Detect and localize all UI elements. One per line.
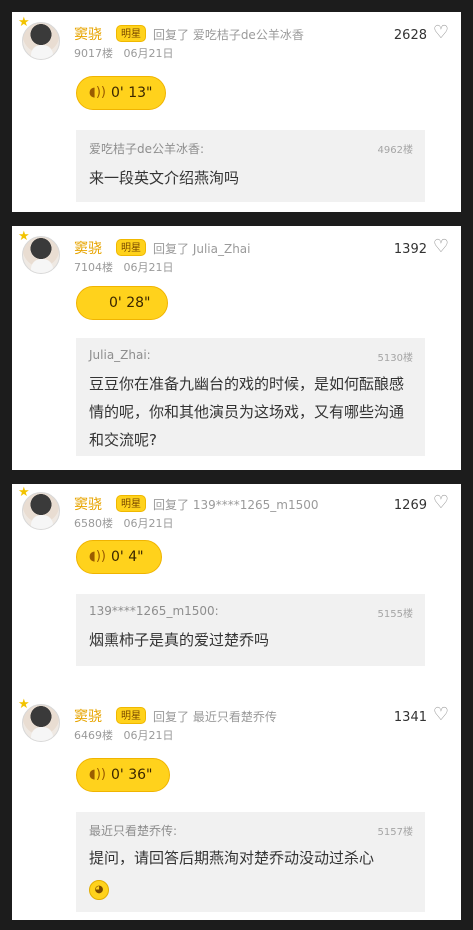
like-count: 2628 <box>393 28 427 43</box>
star-badge: 明星 <box>116 239 146 256</box>
floor-meta: 6580楼 06月21日 <box>74 515 174 531</box>
post-date: 06月21日 <box>123 47 174 60</box>
avatar-wrap[interactable]: ★ <box>18 698 62 746</box>
crown-icon: ★ <box>18 697 30 712</box>
star-badge: 明星 <box>116 25 146 42</box>
screenshot-panel-1: ★ 窦骁 明星 回复了 爱吃桔子de公羊冰香 9017楼 06月21日 2628… <box>0 0 473 222</box>
sound-wave-icon: ◖)) <box>89 85 106 100</box>
crown-icon: ★ <box>18 485 30 500</box>
sound-wave-icon: ◖)) <box>89 549 106 564</box>
star-badge: 明星 <box>116 495 146 512</box>
reply-to-text: 回复了 爱吃桔子de公羊冰香 <box>153 28 304 42</box>
floor-number: 7104楼 <box>74 261 113 274</box>
screenshot-panel-3: ★ 窦骁 明星 回复了 139****1265_m1500 6580楼 06月2… <box>0 472 473 930</box>
heart-outline-icon[interactable]: ♡ <box>433 238 449 256</box>
quoted-user[interactable]: 爱吃桔子de公羊冰香: <box>89 140 204 157</box>
post-date: 06月21日 <box>123 517 174 530</box>
quoted-text: 来一段英文介绍燕洵吗 <box>89 169 240 187</box>
like-count: 1341 <box>393 710 427 725</box>
post-date: 06月21日 <box>123 261 174 274</box>
heart-outline-icon[interactable]: ♡ <box>433 24 449 42</box>
like-count: 1392 <box>393 242 427 257</box>
reply-to-text: 回复了 最近只看楚乔传 <box>153 710 277 724</box>
floor-number: 6469楼 <box>74 729 113 742</box>
comment-card: ★ 窦骁 明星 回复了 139****1265_m1500 6580楼 06月2… <box>12 484 461 920</box>
quoted-user[interactable]: 139****1265_m1500: <box>89 604 219 618</box>
quoted-floor: 5130楼 <box>377 353 413 364</box>
screenshot-panel-2: ★ 窦骁 明星 回复了 Julia_Zhai 7104楼 06月21日 1392… <box>0 214 473 480</box>
voice-message-button[interactable]: ◖)) 0' 36" <box>76 758 170 792</box>
quoted-comment[interactable]: 139****1265_m1500: 5155楼 烟熏柿子是真的爱过楚乔吗 <box>76 594 425 666</box>
author-name[interactable]: 窦骁 <box>74 24 102 44</box>
quoted-floor: 4962楼 <box>377 145 413 156</box>
comment-card: ★ 窦骁 明星 回复了 爱吃桔子de公羊冰香 9017楼 06月21日 2628… <box>12 12 461 212</box>
voice-duration: 0' 36" <box>111 767 153 783</box>
voice-message-button[interactable]: ◖)) 0' 4" <box>76 540 162 574</box>
comment-card: ★ 窦骁 明星 回复了 Julia_Zhai 7104楼 06月21日 1392… <box>12 226 461 470</box>
quoted-comment[interactable]: 最近只看楚乔传: 5157楼 提问，请回答后期燕洵对楚乔动没动过杀心 ◕ <box>76 812 425 912</box>
crown-icon: ★ <box>18 229 30 244</box>
author-name[interactable]: 窦骁 <box>74 494 102 514</box>
quoted-user[interactable]: 最近只看楚乔传: <box>89 822 177 839</box>
quoted-floor: 5155楼 <box>377 609 413 620</box>
reply-to-text: 回复了 Julia_Zhai <box>153 242 251 256</box>
quoted-text: 豆豆你在准备九幽台的戏的时候，是如何酝酿感情的呢，你和其他演员为这场戏，又有哪些… <box>89 375 405 449</box>
reply-to-text: 回复了 139****1265_m1500 <box>153 498 319 512</box>
floor-meta: 7104楼 06月21日 <box>74 259 174 275</box>
quoted-floor: 5157楼 <box>377 827 413 838</box>
avatar-wrap[interactable]: ★ <box>18 486 62 534</box>
quoted-text: 烟熏柿子是真的爱过楚乔吗 <box>89 631 270 649</box>
crown-icon: ★ <box>18 15 30 30</box>
voice-duration: 0' 4" <box>111 549 144 565</box>
like-count: 1269 <box>393 498 427 513</box>
floor-number: 9017楼 <box>74 47 113 60</box>
floor-meta: 6469楼 06月21日 <box>74 727 174 743</box>
quoted-user[interactable]: Julia_Zhai: <box>89 348 151 362</box>
voice-message-button[interactable]: 0' 28" <box>76 286 168 320</box>
avatar-wrap[interactable]: ★ <box>18 16 62 64</box>
heart-outline-icon[interactable]: ♡ <box>433 494 449 512</box>
quoted-comment[interactable]: 爱吃桔子de公羊冰香: 4962楼 来一段英文介绍燕洵吗 <box>76 130 425 202</box>
emoji-icon: ◕ <box>89 880 109 900</box>
author-name[interactable]: 窦骁 <box>74 706 102 726</box>
star-badge: 明星 <box>116 707 146 724</box>
quoted-comment[interactable]: Julia_Zhai: 5130楼 豆豆你在准备九幽台的戏的时候，是如何酝酿感情… <box>76 338 425 456</box>
floor-number: 6580楼 <box>74 517 113 530</box>
avatar-wrap[interactable]: ★ <box>18 230 62 278</box>
author-name[interactable]: 窦骁 <box>74 238 102 258</box>
quoted-text: 提问，请回答后期燕洵对楚乔动没动过杀心 <box>89 849 375 867</box>
sound-wave-icon: ◖)) <box>89 767 106 782</box>
heart-outline-icon[interactable]: ♡ <box>433 706 449 724</box>
floor-meta: 9017楼 06月21日 <box>74 45 174 61</box>
voice-duration: 0' 28" <box>109 295 151 311</box>
post-date: 06月21日 <box>123 729 174 742</box>
voice-message-button[interactable]: ◖)) 0' 13" <box>76 76 166 110</box>
voice-duration: 0' 13" <box>111 85 153 101</box>
